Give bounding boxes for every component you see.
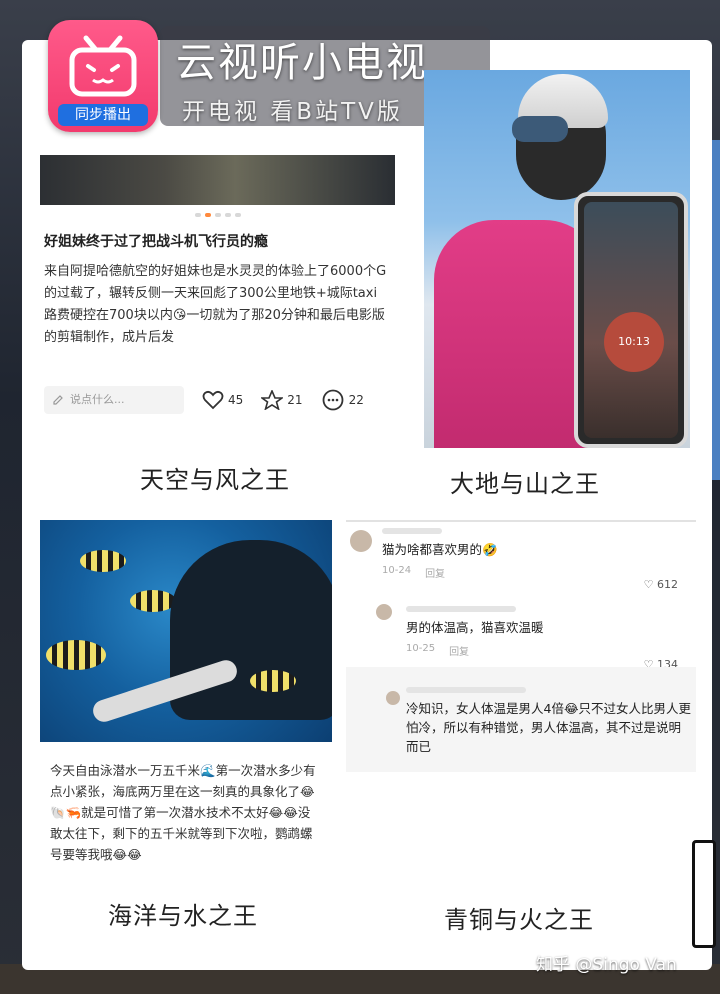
comment-thread: 猫为啥都喜欢男的🤣 10-24 回复 ♡ 612 男的体温高，猫喜欢温暖 10-…: [346, 520, 696, 772]
fish-2: [130, 590, 176, 612]
sky-post-card: 好姐妹终于过了把战斗机飞行员的瘾 来自阿提哈德航空的好姐妹也是水灵灵的体验上了6…: [40, 155, 395, 425]
caption-fire: 青铜与火之王: [444, 906, 594, 934]
comment-count: 22: [348, 393, 364, 407]
ocean-post-text: 今天自由泳潜水一万五千米🌊第一次潜水多少有点小紧张，海底两万里在这一刻真的具象化…: [50, 763, 316, 862]
comment-text: 猫为啥都喜欢男的🤣: [382, 542, 498, 557]
tv-icon: [69, 35, 137, 97]
comment-date: 10-24: [382, 565, 412, 576]
caption-earth: 大地与山之王: [450, 470, 600, 498]
comment-placeholder: 说点什么...: [70, 393, 125, 406]
post-image: [40, 155, 395, 205]
app-title: 云视听小电视: [176, 40, 428, 86]
post-actions: 说点什么... 45 21 22: [44, 385, 394, 415]
post-body: 来自阿提哈德航空的好姐妹也是水灵灵的体验上了6000个G的过载了，辗转反侧一天来…: [44, 264, 387, 345]
carousel-dots: [40, 213, 395, 217]
caption-sky: 天空与风之王: [140, 466, 290, 494]
phone-screen: 10:13: [584, 202, 678, 438]
app-icon: 同步播出: [48, 20, 158, 132]
comment-item: 猫为啥都喜欢男的🤣 10-24 回复 ♡ 612: [382, 528, 692, 591]
phone-image: 10:13: [574, 192, 688, 448]
star-icon: [261, 390, 284, 410]
likes-count: 612: [657, 578, 678, 591]
comment-date: 10-25: [406, 643, 436, 654]
caption-ocean: 海洋与水之王: [108, 902, 258, 930]
fish-4: [46, 640, 106, 670]
avatar: [376, 604, 392, 620]
watermark: 知乎 @Singo Van: [536, 955, 677, 975]
like-button[interactable]: 45: [202, 390, 243, 410]
heart-icon: [202, 390, 224, 410]
sync-badge: 同步播出: [58, 104, 148, 126]
avatar: [386, 691, 400, 705]
post-title: 好姐妹终于过了把战斗机飞行员的瘾: [44, 234, 268, 250]
reply-link[interactable]: 回复: [425, 565, 445, 580]
app-subtitle: 开电视 看B站TV版: [182, 99, 403, 125]
comment-item: 冷知识，女人体温是男人4倍😂只不过女人比男人更怕冷，所以有种错觉，男人体温高，其…: [406, 687, 692, 756]
comment-meta: 10-25 回复: [406, 643, 692, 658]
edge-graphic: [692, 840, 716, 948]
avatar: [350, 530, 372, 552]
username-redacted: [382, 528, 442, 534]
goggles: [512, 116, 568, 142]
comment-item: 男的体温高，猫喜欢温暖 10-25 回复 ♡ 134: [406, 606, 692, 671]
reply-link[interactable]: 回复: [449, 643, 469, 658]
comment-text: 男的体温高，猫喜欢温暖: [406, 620, 544, 635]
reply-highlight: 冷知识，女人体温是男人4倍😂只不过女人比男人更怕冷，所以有种错觉，男人体温高，其…: [346, 667, 696, 772]
like-count: 45: [228, 393, 244, 407]
comment-icon: [322, 389, 343, 411]
skier-photo: 10:13: [424, 70, 690, 448]
username-redacted: [406, 606, 516, 612]
phone-timer: 10:13: [604, 312, 664, 372]
fish-5: [250, 670, 296, 692]
pencil-icon: [53, 395, 63, 405]
star-count: 21: [287, 393, 303, 407]
comment-button[interactable]: 22: [321, 389, 364, 411]
comment-text: 冷知识，女人体温是男人4倍😂只不过女人比男人更怕冷，所以有种错觉，男人体温高，其…: [406, 701, 692, 754]
comment-input[interactable]: 说点什么...: [44, 386, 184, 414]
username-redacted: [406, 687, 526, 693]
favorite-button[interactable]: 21: [261, 390, 303, 410]
fish-1: [80, 550, 126, 572]
comment-likes[interactable]: ♡ 612: [644, 578, 678, 591]
heart-icon: ♡: [643, 578, 654, 591]
diving-photo: [40, 520, 332, 742]
